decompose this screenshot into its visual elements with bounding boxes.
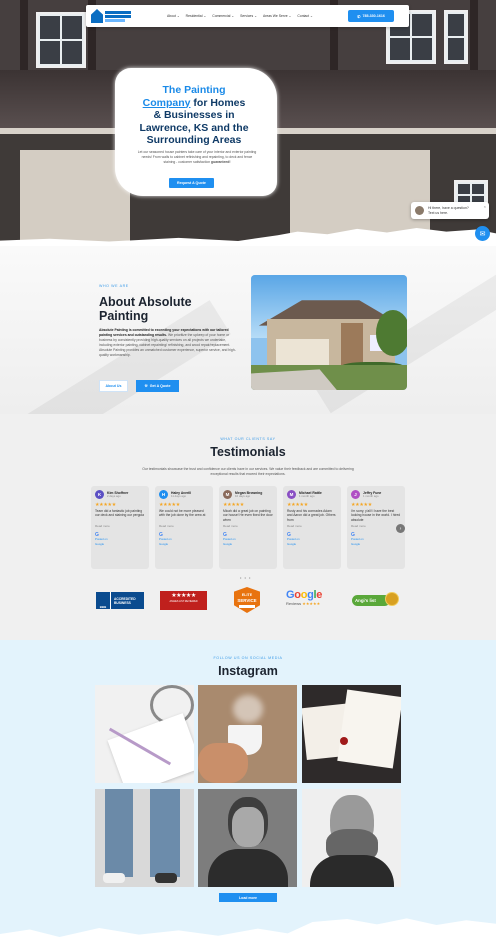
company-logo[interactable]	[91, 7, 135, 25]
review-header: K Kim Shoffner 2 days ago	[95, 490, 145, 499]
star-rating: ★★★★★	[95, 502, 116, 508]
review-date: 2 days ago	[107, 493, 121, 498]
garage-door	[20, 150, 130, 246]
timber-beam	[470, 0, 478, 80]
read-more-link[interactable]: Read more	[95, 524, 145, 528]
about-section	[0, 228, 496, 472]
read-more-link[interactable]: Read more	[351, 524, 401, 528]
avatar: M	[287, 490, 296, 499]
google-wordmark: Google	[286, 589, 323, 601]
request-quote-button[interactable]: Request A Quote	[169, 178, 214, 188]
read-more-link[interactable]: Read more	[223, 524, 273, 528]
hero-subtitle: Let our seasoned house painters take car…	[137, 150, 257, 164]
avatar: M	[223, 490, 232, 499]
google-link[interactable]: Google	[159, 542, 209, 546]
message-icon: ✉	[479, 230, 486, 238]
menu-item-residential[interactable]: Residential ⌄	[186, 14, 207, 18]
review-header: H Haley Averill 11 days ago	[159, 490, 209, 499]
carousel-dots[interactable]: • • •	[240, 575, 251, 580]
paint-roller-icon: ⚒	[144, 384, 148, 388]
review-date: 1 month ago	[299, 493, 315, 498]
instagram-title: Instagram	[218, 664, 278, 678]
menu-item-contact[interactable]: Contact ⌄	[297, 14, 312, 18]
trust-badges: BBB ACCREDITED BUSINESS ★★★★★ ANGIES LIS…	[96, 587, 400, 613]
google-link[interactable]: Google	[351, 542, 401, 546]
phone-icon: ✆	[357, 13, 361, 19]
google-reviews-badge: Google Reviews ★★★★★	[286, 589, 336, 611]
medal-icon	[385, 592, 399, 606]
testimonials-kicker: WHAT OUR CLIENTS SAY	[220, 437, 276, 441]
review-header: M Megan Browning 16 days ago	[223, 490, 273, 499]
review-date: 16 days ago	[235, 493, 251, 498]
about-kicker: WHO WE ARE	[99, 284, 129, 288]
avatar: J	[351, 490, 360, 499]
review-header: M Michael Rattle 1 month ago	[287, 490, 337, 499]
review-card[interactable]: M Megan Browning 16 days ago ★★★★★ Micah did…	[219, 486, 277, 569]
google-link[interactable]: Google	[95, 542, 145, 546]
review-card[interactable]: H Haley Averill 11 days ago ★★★★★ We could n…	[155, 486, 213, 569]
review-carousel: K Kim Shoffner 2 days ago ★★★★★ Team did a f…	[91, 486, 405, 570]
house-logo-icon	[91, 9, 103, 23]
hero-title: The Painting Company for Homes & Busines…	[139, 84, 249, 146]
review-card[interactable]: K Kim Shoffner 2 days ago ★★★★★ Team did a f…	[91, 486, 149, 569]
instagram-post[interactable]	[95, 789, 194, 887]
instagram-post[interactable]	[302, 789, 401, 887]
angi-badge: Angi's list	[352, 592, 400, 609]
star-rating: ★★★★★	[223, 502, 244, 508]
timber-beam	[20, 0, 28, 80]
phone-button[interactable]: ✆ 785-330-1616	[348, 10, 394, 22]
menu-item-areas[interactable]: Areas We Serve ⌄	[263, 14, 291, 18]
instagram-kicker: FOLLOW US ON SOCIAL MEDIA	[213, 656, 283, 660]
review-date: 1 month ago	[363, 493, 379, 498]
avatar: H	[159, 490, 168, 499]
review-text: Micah did a great job on painting our ho…	[223, 509, 273, 522]
menu-item-commercial[interactable]: Commercial ⌄	[212, 14, 234, 18]
review-text: Team did a fantastic job painting our de…	[95, 509, 144, 518]
logo-wordmark	[105, 10, 131, 22]
star-rating: ★★★★★	[351, 502, 372, 508]
read-more-link[interactable]: Read more	[287, 524, 337, 528]
house-window	[444, 10, 468, 64]
review-text: I'm sorry, y'all! I have the best lookin…	[351, 509, 401, 522]
instagram-post[interactable]	[198, 789, 297, 887]
top-navigation: About ⌄ Residential ⌄ Commercial ⌄ Servi…	[86, 5, 409, 27]
avatar	[415, 206, 424, 215]
instagram-post[interactable]	[95, 685, 194, 783]
chat-text: Hi there, have a question? Text us here.	[428, 206, 469, 215]
review-date: 11 days ago	[171, 493, 187, 498]
testimonials-intro: Our testimonials showcase the trust and …	[142, 467, 354, 476]
about-title: About Absolute Painting	[99, 295, 192, 323]
instagram-post[interactable]	[302, 685, 401, 783]
about-body: Absolute Painting is committed to exceed…	[99, 328, 236, 357]
elite-service-badge: ELITE SERVICE	[234, 587, 260, 613]
star-rating: ★★★★★	[159, 502, 180, 508]
menu-item-services[interactable]: Services ⌄	[240, 14, 257, 18]
close-icon[interactable]: ×	[484, 204, 486, 209]
avatar: K	[95, 490, 104, 499]
google-link[interactable]: Google	[223, 542, 273, 546]
about-us-button[interactable]: About Us	[99, 380, 128, 392]
house-photo	[251, 275, 407, 390]
testimonials-title: Testimonials	[210, 445, 286, 459]
star-rating: ★★★★★	[287, 502, 308, 508]
next-arrow-icon[interactable]: ›	[396, 524, 405, 533]
chat-bubble[interactable]: Hi there, have a question? Text us here. …	[411, 202, 489, 219]
bbb-badge: BBB ACCREDITED BUSINESS	[96, 592, 144, 609]
load-more-button[interactable]: Load more	[219, 893, 277, 902]
google-link[interactable]: Google	[287, 542, 337, 546]
chat-launcher-button[interactable]: ✉	[475, 226, 490, 241]
main-menu: About ⌄ Residential ⌄ Commercial ⌄ Servi…	[167, 14, 313, 18]
review-header: J Jeffry Fune 1 month ago	[351, 490, 401, 499]
menu-item-about[interactable]: About ⌄	[167, 14, 180, 18]
review-card[interactable]: M Michael Rattle 1 month ago ★★★★★ Rusty and…	[283, 486, 341, 569]
instagram-post[interactable]	[198, 685, 297, 783]
get-quote-button[interactable]: ⚒ Get A Quote	[136, 380, 179, 392]
house-window	[36, 12, 86, 68]
review-text: Rusty and his comrades Adam and Aaron di…	[287, 509, 336, 522]
hero-company-link[interactable]: Company	[143, 97, 191, 109]
angies-list-badge: ★★★★★ ANGIES LIST REVIEWED	[160, 591, 207, 610]
read-more-link[interactable]: Read more	[159, 524, 209, 528]
review-text: We could not be more pleased with the jo…	[159, 509, 206, 518]
